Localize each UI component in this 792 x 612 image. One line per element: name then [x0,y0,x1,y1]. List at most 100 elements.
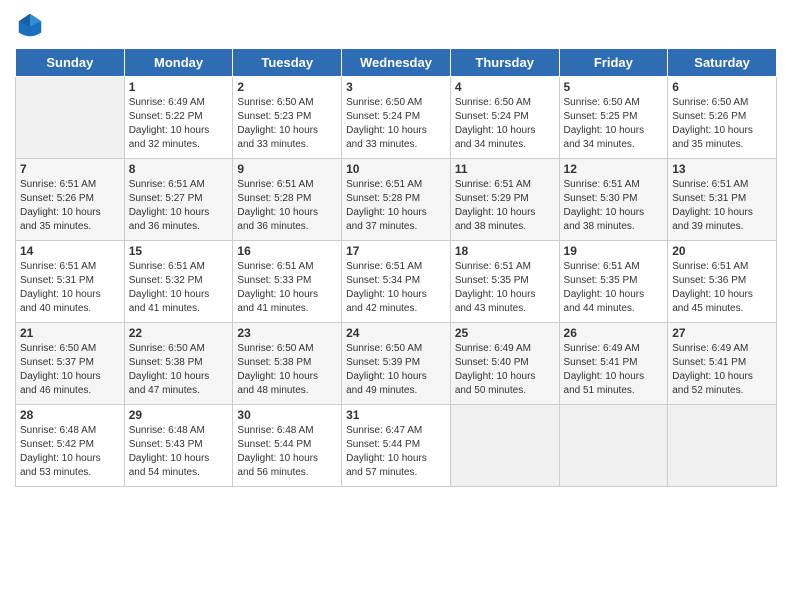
calendar-week-row: 7 Sunrise: 6:51 AM Sunset: 5:26 PM Daylig… [16,159,777,241]
calendar-cell: 15 Sunrise: 6:51 AM Sunset: 5:32 PM Dayli… [124,241,233,323]
day-number: 15 [129,244,229,258]
calendar-cell: 1Sunrise: 6:49 AM Sunset: 5:22 PM Daylig… [124,77,233,159]
day-number: 4 [455,80,555,94]
day-number: 13 [672,162,772,176]
calendar-cell: 2 Sunrise: 6:50 AM Sunset: 5:23 PM Daylig… [233,77,342,159]
calendar-cell: 24 Sunrise: 6:50 AM Sunset: 5:39 PM Dayli… [342,323,451,405]
day-number: 2 [237,80,337,94]
day-number: 27 [672,326,772,340]
day-number: 23 [237,326,337,340]
cell-content: Sunrise: 6:51 AM Sunset: 5:32 PM Dayligh… [129,260,229,316]
calendar-week-row: 21Sunrise: 6:50 AM Sunset: 5:37 PM Dayli… [16,323,777,405]
calendar-week-row: 28Sunrise: 6:48 AM Sunset: 5:42 PM Dayli… [16,405,777,487]
cell-content: Sunrise: 6:50 AM Sunset: 5:24 PM Dayligh… [455,96,555,152]
page-container: Sunday Monday Tuesday Wednesday Thursday… [0,0,792,492]
calendar-cell: 25 Sunrise: 6:49 AM Sunset: 5:40 PM Dayli… [450,323,559,405]
day-number: 6 [672,80,772,94]
calendar-cell: 29 Sunrise: 6:48 AM Sunset: 5:43 PM Dayli… [124,405,233,487]
calendar-cell: 18Sunrise: 6:51 AM Sunset: 5:35 PM Dayli… [450,241,559,323]
day-number: 17 [346,244,446,258]
cell-content: Sunrise: 6:51 AM Sunset: 5:34 PM Dayligh… [346,260,446,316]
day-number: 3 [346,80,446,94]
cell-content: Sunrise: 6:51 AM Sunset: 5:33 PM Dayligh… [237,260,337,316]
day-number: 16 [237,244,337,258]
day-number: 19 [564,244,664,258]
calendar-cell [450,405,559,487]
calendar-cell: 16 Sunrise: 6:51 AM Sunset: 5:33 PM Dayli… [233,241,342,323]
calendar-cell [16,77,125,159]
day-number: 5 [564,80,664,94]
day-number: 8 [129,162,229,176]
cell-content: Sunrise: 6:47 AM Sunset: 5:44 PM Dayligh… [346,424,446,480]
cell-content: Sunrise: 6:50 AM Sunset: 5:26 PM Dayligh… [672,96,772,152]
calendar-cell: 10 Sunrise: 6:51 AM Sunset: 5:28 PM Dayli… [342,159,451,241]
header-saturday: Saturday [668,49,777,77]
header-wednesday: Wednesday [342,49,451,77]
cell-content: Sunrise: 6:51 AM Sunset: 5:26 PM Dayligh… [20,178,120,234]
calendar-cell [559,405,668,487]
calendar-cell: 30 Sunrise: 6:48 AM Sunset: 5:44 PM Dayli… [233,405,342,487]
cell-content: Sunrise: 6:50 AM Sunset: 5:38 PM Dayligh… [129,342,229,398]
calendar-body: 1Sunrise: 6:49 AM Sunset: 5:22 PM Daylig… [16,77,777,487]
calendar-cell: 7 Sunrise: 6:51 AM Sunset: 5:26 PM Daylig… [16,159,125,241]
header-sunday: Sunday [16,49,125,77]
header [15,10,777,40]
cell-content: Sunrise: 6:51 AM Sunset: 5:28 PM Dayligh… [237,178,337,234]
calendar-cell: 28Sunrise: 6:48 AM Sunset: 5:42 PM Dayli… [16,405,125,487]
cell-content: Sunrise: 6:50 AM Sunset: 5:37 PM Dayligh… [20,342,120,398]
header-thursday: Thursday [450,49,559,77]
calendar-cell: 12 Sunrise: 6:51 AM Sunset: 5:30 PM Dayli… [559,159,668,241]
day-number: 18 [455,244,555,258]
cell-content: Sunrise: 6:51 AM Sunset: 5:28 PM Dayligh… [346,178,446,234]
calendar-cell: 6 Sunrise: 6:50 AM Sunset: 5:26 PM Daylig… [668,77,777,159]
cell-content: Sunrise: 6:49 AM Sunset: 5:40 PM Dayligh… [455,342,555,398]
day-number: 28 [20,408,120,422]
day-number: 7 [20,162,120,176]
calendar-cell: 21Sunrise: 6:50 AM Sunset: 5:37 PM Dayli… [16,323,125,405]
calendar-cell: 3Sunrise: 6:50 AM Sunset: 5:24 PM Daylig… [342,77,451,159]
cell-content: Sunrise: 6:51 AM Sunset: 5:30 PM Dayligh… [564,178,664,234]
day-number: 24 [346,326,446,340]
logo-icon [15,10,45,40]
day-number: 11 [455,162,555,176]
day-number: 22 [129,326,229,340]
calendar-cell: 26Sunrise: 6:49 AM Sunset: 5:41 PM Dayli… [559,323,668,405]
cell-content: Sunrise: 6:51 AM Sunset: 5:36 PM Dayligh… [672,260,772,316]
day-number: 29 [129,408,229,422]
calendar-cell: 4 Sunrise: 6:50 AM Sunset: 5:24 PM Daylig… [450,77,559,159]
cell-content: Sunrise: 6:49 AM Sunset: 5:41 PM Dayligh… [672,342,772,398]
cell-content: Sunrise: 6:50 AM Sunset: 5:25 PM Dayligh… [564,96,664,152]
day-number: 31 [346,408,446,422]
calendar-cell: 5 Sunrise: 6:50 AM Sunset: 5:25 PM Daylig… [559,77,668,159]
calendar-cell: 11Sunrise: 6:51 AM Sunset: 5:29 PM Dayli… [450,159,559,241]
calendar-cell: 8 Sunrise: 6:51 AM Sunset: 5:27 PM Daylig… [124,159,233,241]
cell-content: Sunrise: 6:48 AM Sunset: 5:44 PM Dayligh… [237,424,337,480]
cell-content: Sunrise: 6:51 AM Sunset: 5:31 PM Dayligh… [672,178,772,234]
header-tuesday: Tuesday [233,49,342,77]
day-number: 20 [672,244,772,258]
calendar-cell: 22 Sunrise: 6:50 AM Sunset: 5:38 PM Dayli… [124,323,233,405]
calendar-cell: 9 Sunrise: 6:51 AM Sunset: 5:28 PM Daylig… [233,159,342,241]
calendar-cell: 17 Sunrise: 6:51 AM Sunset: 5:34 PM Dayli… [342,241,451,323]
header-friday: Friday [559,49,668,77]
cell-content: Sunrise: 6:48 AM Sunset: 5:43 PM Dayligh… [129,424,229,480]
header-monday: Monday [124,49,233,77]
weekday-header-row: Sunday Monday Tuesday Wednesday Thursday… [16,49,777,77]
cell-content: Sunrise: 6:49 AM Sunset: 5:22 PM Dayligh… [129,96,229,152]
cell-content: Sunrise: 6:51 AM Sunset: 5:35 PM Dayligh… [564,260,664,316]
calendar-cell: 20 Sunrise: 6:51 AM Sunset: 5:36 PM Dayli… [668,241,777,323]
calendar-cell: 27 Sunrise: 6:49 AM Sunset: 5:41 PM Dayli… [668,323,777,405]
calendar-table: Sunday Monday Tuesday Wednesday Thursday… [15,48,777,487]
day-number: 10 [346,162,446,176]
day-number: 9 [237,162,337,176]
calendar-cell: 13 Sunrise: 6:51 AM Sunset: 5:31 PM Dayli… [668,159,777,241]
day-number: 30 [237,408,337,422]
day-number: 14 [20,244,120,258]
cell-content: Sunrise: 6:51 AM Sunset: 5:27 PM Dayligh… [129,178,229,234]
day-number: 25 [455,326,555,340]
calendar-cell: 14Sunrise: 6:51 AM Sunset: 5:31 PM Dayli… [16,241,125,323]
cell-content: Sunrise: 6:50 AM Sunset: 5:23 PM Dayligh… [237,96,337,152]
day-number: 12 [564,162,664,176]
cell-content: Sunrise: 6:50 AM Sunset: 5:39 PM Dayligh… [346,342,446,398]
calendar-cell: 23Sunrise: 6:50 AM Sunset: 5:38 PM Dayli… [233,323,342,405]
